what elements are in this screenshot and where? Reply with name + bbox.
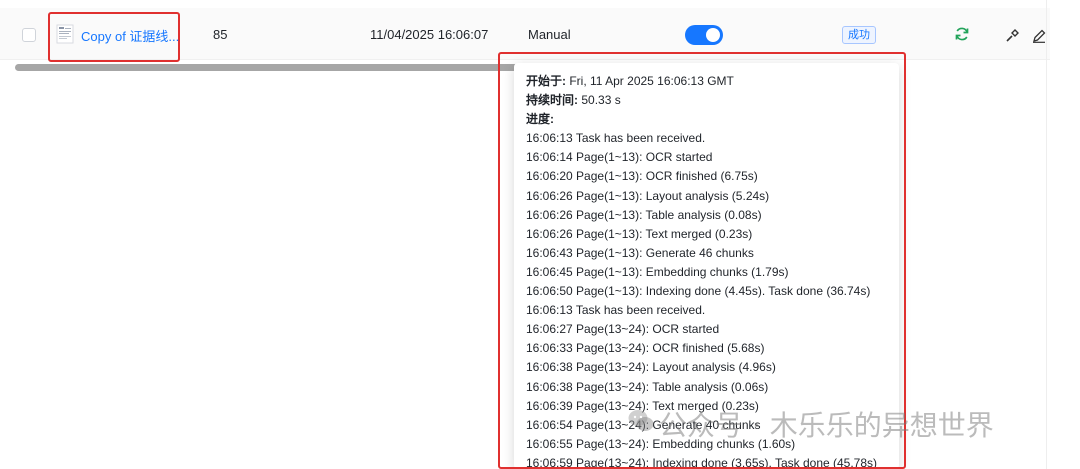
parse-method: Manual <box>528 27 571 42</box>
status-badge[interactable]: 成功 <box>842 26 876 44</box>
toggle-knob <box>706 28 720 42</box>
column-divider <box>1046 0 1047 469</box>
upload-date: 11/04/2025 16:06:07 <box>370 27 489 42</box>
chunk-count: 85 <box>213 27 228 42</box>
horizontal-scrollbar[interactable] <box>15 64 520 71</box>
document-thumbnail-icon <box>56 24 74 44</box>
watermark-text: 公众号 · 木乐乐的异想世界 <box>659 409 994 442</box>
refresh-icon[interactable] <box>954 26 970 42</box>
enable-toggle[interactable] <box>685 25 723 45</box>
row-checkbox[interactable] <box>22 28 36 42</box>
tool-icon[interactable] <box>1005 29 1019 43</box>
document-name-link[interactable]: Copy of 证据线... <box>81 26 179 45</box>
edit-icon[interactable] <box>1032 29 1046 43</box>
